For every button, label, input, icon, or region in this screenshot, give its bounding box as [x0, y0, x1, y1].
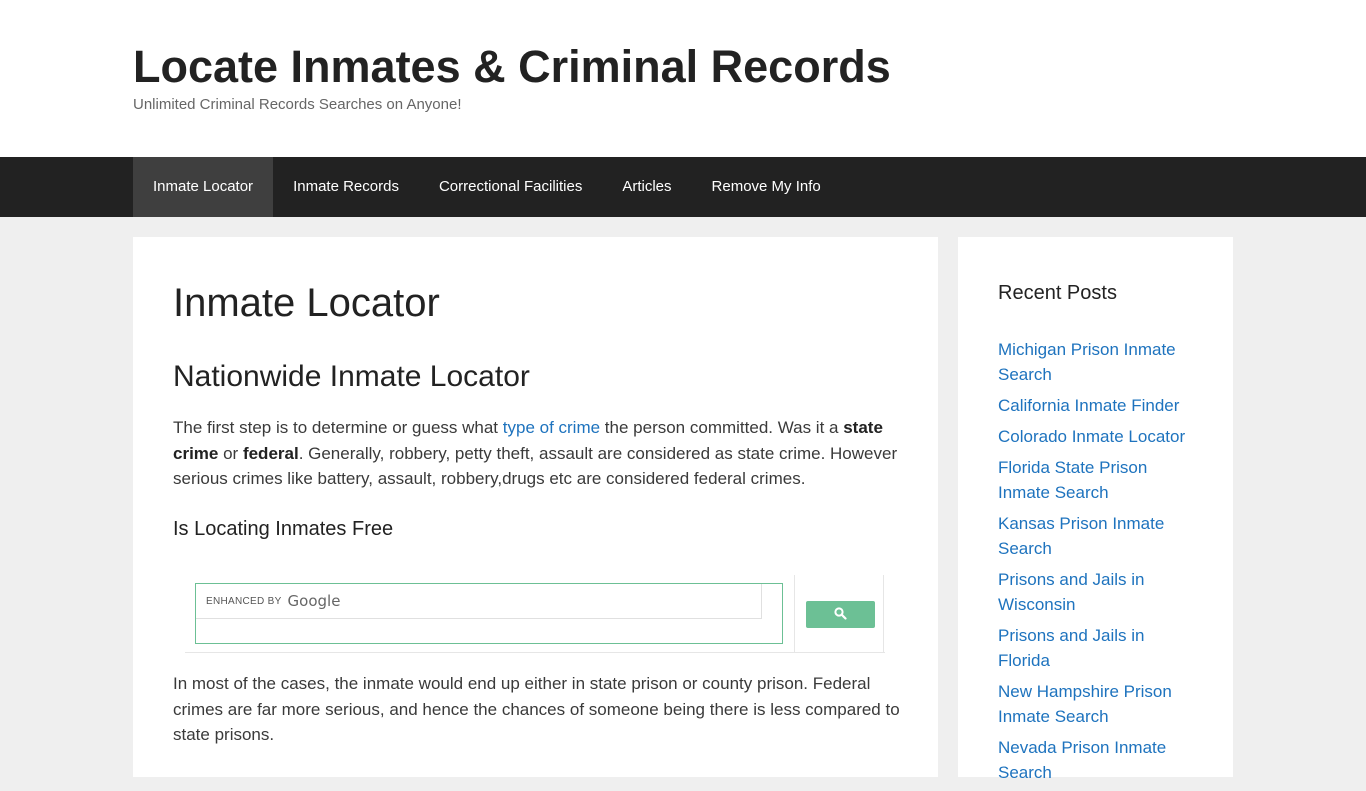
sub-heading: Is Locating Inmates Free [173, 518, 394, 540]
text: The first step is to determine or guess … [173, 418, 503, 437]
list-item: Michigan Prison Inmate Search [998, 337, 1198, 387]
google-custom-search: ENHANCED BY Google [185, 575, 885, 653]
recent-post-link[interactable]: Prisons and Jails in Florida [998, 626, 1144, 670]
intro-paragraph: The first step is to determine or guess … [173, 415, 903, 492]
recent-post-link[interactable]: New Hampshire Prison Inmate Search [998, 682, 1172, 726]
recent-post-link[interactable]: Michigan Prison Inmate Search [998, 340, 1176, 384]
divider [794, 575, 795, 653]
nav-item-inmate-records[interactable]: Inmate Records [273, 157, 419, 217]
list-item: Prisons and Jails in Wisconsin [998, 567, 1198, 617]
recent-post-link[interactable]: Colorado Inmate Locator [998, 427, 1185, 446]
search-box[interactable]: ENHANCED BY Google [195, 583, 783, 644]
site-title[interactable]: Locate Inmates & Criminal Records [133, 40, 891, 94]
enhanced-by-label: ENHANCED BY [206, 595, 282, 607]
text: the person committed. Was it a [600, 418, 844, 437]
list-item: Colorado Inmate Locator [998, 424, 1198, 449]
sidebar: Recent Posts Michigan Prison Inmate Sear… [958, 237, 1233, 782]
widget-title-recent-posts: Recent Posts [998, 282, 1117, 304]
nav-item-remove-my-info[interactable]: Remove My Info [692, 157, 841, 217]
search-watermark: ENHANCED BY Google [196, 584, 762, 619]
recent-post-link[interactable]: Prisons and Jails in Wisconsin [998, 570, 1144, 614]
nav-item-inmate-locator[interactable]: Inmate Locator [133, 157, 274, 217]
divider [883, 575, 884, 653]
page-title: Inmate Locator [173, 281, 440, 325]
recent-post-link[interactable]: Nevada Prison Inmate Search [998, 738, 1166, 782]
search-input[interactable] [196, 620, 782, 643]
recent-post-link[interactable]: Florida State Prison Inmate Search [998, 458, 1147, 502]
list-item: Nevada Prison Inmate Search [998, 735, 1198, 785]
recent-post-link[interactable]: California Inmate Finder [998, 396, 1179, 415]
list-item: Prisons and Jails in Florida [998, 623, 1198, 673]
type-of-crime-link[interactable]: type of crime [503, 418, 600, 437]
google-logo: Google [287, 592, 341, 610]
body-paragraph: In most of the cases, the inmate would e… [173, 674, 900, 744]
nav-item-correctional-facilities[interactable]: Correctional Facilities [419, 157, 602, 217]
site-header: Locate Inmates & Criminal Records Unlimi… [0, 0, 1366, 157]
list-item: California Inmate Finder [998, 393, 1198, 418]
search-icon [834, 606, 847, 623]
bold-federal: federal [242, 443, 299, 463]
section-heading: Nationwide Inmate Locator [173, 360, 530, 393]
site-tagline: Unlimited Criminal Records Searches on A… [133, 96, 462, 113]
main-content: Inmate Locator Nationwide Inmate Locator… [133, 237, 938, 777]
text: or [218, 443, 243, 463]
list-item: Florida State Prison Inmate Search [998, 455, 1198, 505]
nav-item-articles[interactable]: Articles [602, 157, 691, 217]
list-item: Kansas Prison Inmate Search [998, 511, 1198, 561]
list-item: New Hampshire Prison Inmate Search [998, 679, 1198, 729]
nav-list: Inmate Locator Inmate Records Correction… [133, 157, 841, 217]
recent-post-link[interactable]: Kansas Prison Inmate Search [998, 514, 1164, 558]
recent-posts-list: Michigan Prison Inmate Search California… [998, 337, 1198, 791]
main-navigation: Inmate Locator Inmate Records Correction… [0, 157, 1366, 217]
search-button[interactable] [806, 601, 875, 628]
